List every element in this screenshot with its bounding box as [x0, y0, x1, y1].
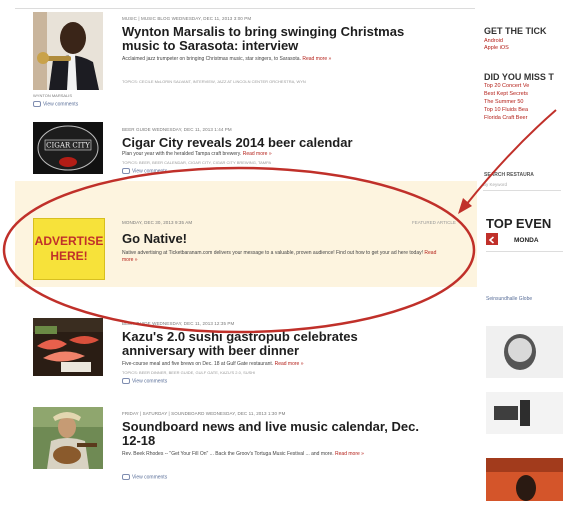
events-rule [486, 251, 563, 252]
read-more-link[interactable]: Read more » [302, 56, 331, 62]
did-you-miss-heading: DID YOU MISS T [484, 72, 554, 82]
ad-line-1: ADVERTISE [34, 234, 104, 248]
article-body: Five-course meal and five brews on Dec. … [122, 361, 452, 368]
featured-label: FEATURED ARTICLE [412, 220, 456, 225]
article-tags: TOPICS: BEER DINNER, BEER GUIDE, GULF GA… [122, 370, 256, 375]
page: WYNTON MARSALIS View comments MUSIC | MU… [0, 0, 563, 501]
view-comments-link[interactable]: View comments [122, 378, 167, 384]
day-label: MONDA [514, 237, 539, 244]
article-thumbnail[interactable]: CIGAR CITY [33, 122, 103, 174]
article-body: Plan your year with the heralded Tampa c… [122, 151, 452, 158]
article-body: Rev. Beek Rhodes -- "Get Your Fill On" .… [122, 451, 452, 458]
article-meta: FRIDAY | SATURDAY | SOUNDBOARD WEDNESDAY… [122, 411, 286, 416]
article-headline[interactable]: Soundboard news and live music calendar,… [122, 420, 422, 448]
event-thumb[interactable] [486, 326, 563, 378]
article-headline[interactable]: Wynton Marsalis to bring swinging Christ… [122, 25, 442, 53]
promo-meta: MONDAY, DEC 30, 2013 9:35 AM [122, 220, 193, 225]
comments-label: View comments [43, 101, 79, 108]
logo-text: CIGAR CITY [46, 142, 90, 150]
miss-link[interactable]: Best Kept Secrets [484, 91, 528, 97]
ad-line-2: HERE! [50, 249, 88, 263]
arrow-left-icon [488, 236, 495, 244]
view-comments-link[interactable]: View comments [122, 168, 167, 174]
comments-label: View comments [132, 168, 168, 175]
miss-link[interactable]: Top 20 Concert Ve [484, 83, 529, 89]
article-tags: TOPICS: BEER, BEER CALENDAR, CIGAR CITY,… [122, 160, 272, 165]
restaurant-search-input[interactable]: By Keyword [483, 182, 561, 191]
article-thumbnail[interactable] [33, 407, 103, 469]
comments-label: View comments [132, 378, 168, 385]
read-more-link[interactable]: Read more » [275, 361, 304, 367]
article-summary: Five-course meal and five brews on Dec. … [122, 361, 274, 367]
miss-link[interactable]: Top 10 Fluids Bea [484, 107, 528, 113]
comments-label: View comments [132, 474, 168, 481]
search-restaurants-heading: SEARCH RESTAURA [484, 172, 534, 178]
miss-link[interactable]: Florida Craft Beer [484, 115, 527, 121]
read-more-link[interactable]: Read more » [243, 151, 272, 157]
article-body: Acclaimed jazz trumpeter on bringing Chr… [122, 56, 452, 63]
ios-link[interactable]: Apple iOS [484, 45, 509, 51]
event-photo [486, 458, 563, 501]
read-more-link[interactable]: Read more » [335, 451, 364, 457]
article-list: WYNTON MARSALIS View comments MUSIC | MU… [0, 0, 483, 501]
article-summary: Plan your year with the heralded Tampa c… [122, 151, 242, 157]
top-events-heading: TOP EVEN [486, 216, 552, 231]
event-photo [486, 326, 563, 378]
article-summary: Rev. Beek Rhodes -- "Get Your Fill On" .… [122, 451, 334, 457]
promo-body: Native advertising at Ticketbaranam.com … [122, 250, 442, 264]
cigar-city-logo: CIGAR CITY [33, 122, 103, 174]
article-meta: MUSIC | MUSIC BLOG WEDNESDAY, DEC 11, 20… [122, 16, 252, 21]
musician-photo [33, 12, 103, 90]
comment-icon [122, 474, 130, 480]
comment-icon [122, 168, 130, 174]
article-thumbnail[interactable] [33, 318, 103, 376]
article-tags: TOPICS: CECILE McLORIN SALVANT, INTERVIE… [122, 79, 306, 84]
miss-link[interactable]: The Summer 50 [484, 99, 523, 105]
view-comments-link[interactable]: View comments [122, 474, 167, 480]
article-meta: BEER GUIDE WEDNESDAY, DEC 11, 2013 12:35… [122, 321, 235, 326]
comment-icon [33, 101, 41, 107]
article-headline[interactable]: Kazu's 2.0 sushi gastropub celebrates an… [122, 330, 412, 358]
get-tickets-heading: GET THE TICK [484, 26, 547, 36]
advertise-here-badge[interactable]: ADVERTISE HERE! [33, 218, 105, 280]
promo-summary: Native advertising at Ticketbaranam.com … [122, 250, 424, 256]
photo-caption: WYNTON MARSALIS [33, 93, 73, 98]
event-thumb[interactable] [486, 392, 563, 434]
view-comments-link[interactable]: View comments [33, 101, 78, 107]
event-thumb[interactable] [486, 458, 563, 501]
musician-guitar-photo [33, 407, 103, 469]
article-meta: BEER GUIDE WEDNESDAY, DEC 11, 2013 1:44 … [122, 127, 232, 132]
article-summary: Acclaimed jazz trumpeter on bringing Chr… [122, 56, 301, 62]
promo-headline[interactable]: Go Native! [122, 232, 322, 246]
article-thumbnail[interactable] [33, 12, 103, 90]
comment-icon [122, 378, 130, 384]
article-headline[interactable]: Cigar City reveals 2014 beer calendar [122, 136, 462, 150]
event-photo [486, 392, 563, 434]
sushi-photo [33, 318, 103, 376]
android-link[interactable]: Android [484, 38, 503, 44]
event-label[interactable]: Seinsundhalle Globe [486, 296, 532, 302]
prev-day-button[interactable] [486, 233, 498, 245]
